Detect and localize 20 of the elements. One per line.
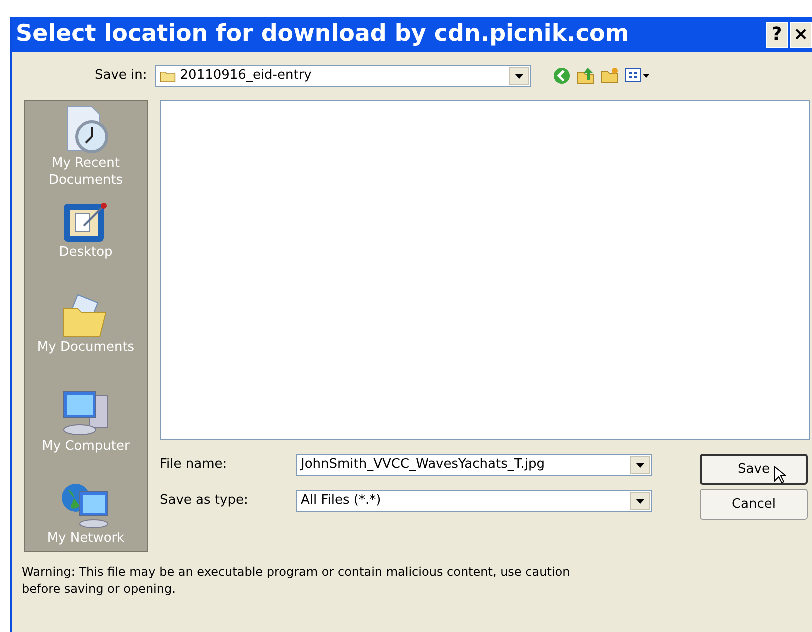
- save-button[interactable]: Save: [700, 454, 808, 485]
- caret-icon: [636, 462, 644, 468]
- help-button[interactable]: ?: [766, 22, 788, 48]
- save-as-type-dropdown[interactable]: All Files (*.*): [296, 490, 652, 512]
- save-in-label: Save in:: [95, 67, 148, 86]
- view-menu-icon[interactable]: [625, 68, 652, 84]
- caret-icon: [636, 498, 644, 504]
- close-button[interactable]: ×: [790, 22, 812, 48]
- caret-icon: [514, 74, 524, 78]
- warning-text: Warning: This file may be an executable program or contain malicious content, use caution before saving or opening.: [21, 564, 572, 598]
- save-in-dropdown[interactable]: 20110916_eid-entry: [155, 65, 532, 87]
- save-as-type-label: Save as type:: [160, 492, 250, 510]
- mouse-pointer-icon: [774, 466, 786, 484]
- folder-icon: [160, 70, 176, 82]
- up-folder-icon[interactable]: [577, 67, 596, 85]
- cancel-button[interactable]: Cancel: [700, 489, 808, 520]
- new-folder-icon[interactable]: [601, 67, 620, 85]
- file-name-field[interactable]: JohnSmith_VVCC_WavesYachats_T.jpg: [296, 454, 652, 476]
- file-name-label: File name:: [160, 456, 228, 474]
- window-title: Select location for download by cdn.picnik.com: [16, 20, 630, 50]
